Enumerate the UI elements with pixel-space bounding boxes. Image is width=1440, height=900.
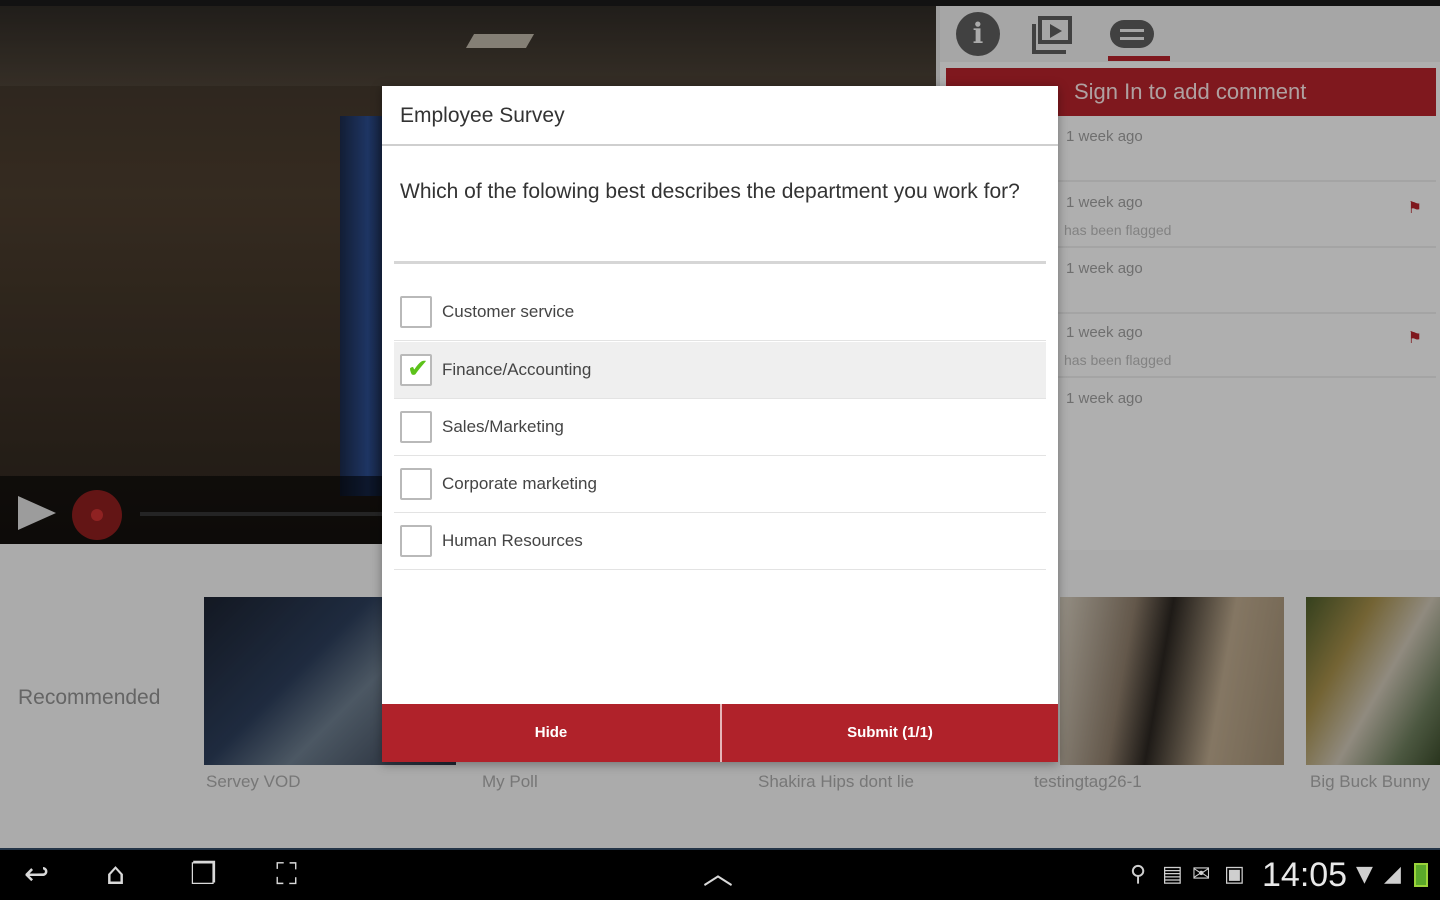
option-customer-service[interactable]: Customer service xyxy=(394,284,1046,341)
divider xyxy=(382,144,1058,146)
file-icon: ▤ xyxy=(1162,862,1183,887)
screenshot-icon[interactable]: ⛶ xyxy=(276,860,297,890)
status-clock: 14:05 xyxy=(1262,856,1348,894)
system-navigation-bar: ↩ ⌂ ❐ ⛶ ︿ ⚲ ▤ ✉ ▣ 14:05 ▼ ◢ xyxy=(0,848,1440,900)
option-sales-marketing[interactable]: Sales/Marketing xyxy=(394,399,1046,456)
usb-icon: ⚲ xyxy=(1130,862,1147,887)
checkbox[interactable] xyxy=(400,411,432,443)
wifi-icon: ▼ xyxy=(1356,862,1373,887)
option-label: Corporate marketing xyxy=(442,474,597,493)
battery-icon xyxy=(1414,863,1428,887)
option-label: Finance/Accounting xyxy=(442,360,592,379)
chevron-up-icon[interactable]: ︿ xyxy=(703,860,733,890)
option-label: Human Resources xyxy=(442,531,583,550)
dialog-actions: Hide Submit (1/1) xyxy=(382,704,1058,762)
survey-dialog: Employee Survey Which of the folowing be… xyxy=(382,86,1058,762)
option-label: Sales/Marketing xyxy=(442,417,564,436)
checkbox[interactable] xyxy=(400,296,432,328)
mail-icon: ✉ xyxy=(1192,862,1211,887)
back-icon[interactable]: ↩ xyxy=(24,860,49,890)
hide-button[interactable]: Hide xyxy=(382,704,720,762)
dialog-title: Employee Survey xyxy=(400,104,565,127)
checkbox[interactable] xyxy=(400,468,432,500)
bag-icon: ▣ xyxy=(1224,862,1245,887)
divider xyxy=(394,261,1046,264)
option-finance-accounting[interactable]: ✔ Finance/Accounting xyxy=(394,342,1046,399)
option-human-resources[interactable]: Human Resources xyxy=(394,513,1046,570)
checkbox[interactable]: ✔ xyxy=(400,354,432,386)
recent-apps-icon[interactable]: ❐ xyxy=(190,860,217,890)
option-label: Customer service xyxy=(442,302,575,321)
checkbox[interactable] xyxy=(400,525,432,557)
home-icon[interactable]: ⌂ xyxy=(106,860,125,890)
submit-button[interactable]: Submit (1/1) xyxy=(722,704,1058,762)
checkmark-icon: ✔ xyxy=(407,354,429,384)
option-corporate-marketing[interactable]: Corporate marketing xyxy=(394,456,1046,513)
signal-icon: ◢ xyxy=(1384,862,1401,887)
survey-question: Which of the folowing best describes the… xyxy=(400,180,1020,203)
